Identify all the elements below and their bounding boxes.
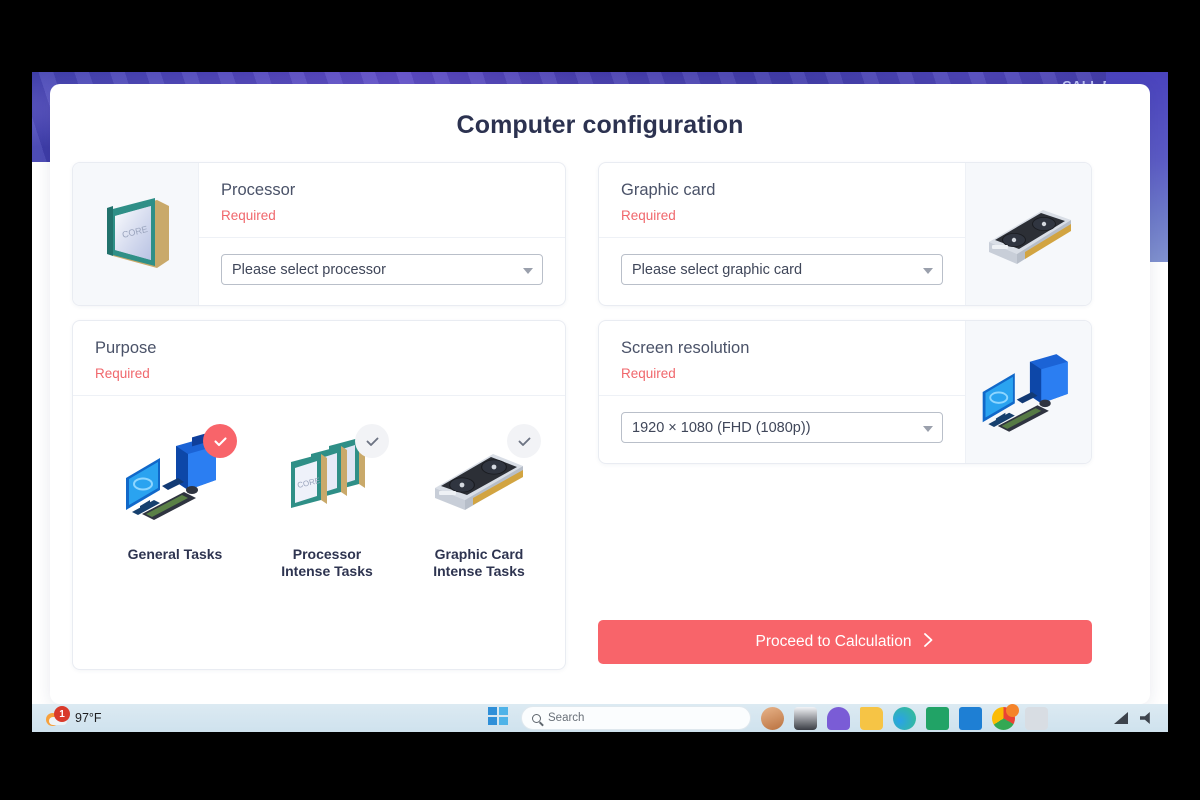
screen-resolution-head: Screen resolution Required [599,321,965,396]
check-icon [518,437,530,446]
purpose-head: Purpose Required [73,321,565,396]
processor-head: Processor Required [199,163,565,238]
purpose-option-label: Graphic Card Intense Tasks [433,546,525,580]
taskbar-center-group: Search [422,703,1114,730]
taskbar-app-purple[interactable] [827,706,850,730]
purpose-option-label-line1: Processor [292,546,362,562]
taskbar-app-file-explorer[interactable] [860,706,883,730]
weather-icon[interactable]: 1 [46,706,70,726]
chevron-down-icon [923,425,933,432]
taskbar-app-green[interactable] [926,706,949,730]
taskbar-app-people[interactable] [761,706,784,730]
taskbar-app-blue[interactable] [959,706,982,730]
taskbar-app-explorer-window[interactable] [794,706,817,730]
purpose-option-label-line2: Intense Tasks [433,563,525,579]
check-icon [366,437,378,446]
purpose-option-label-line1: Graphic Card [434,546,524,562]
screen-resolution-required-label: Required [621,366,676,381]
screen-resolution-control: 1920 × 1080 (FHD (1080p)) [599,396,965,461]
graphic-card-body: Graphic card Required Please select grap… [599,163,965,305]
purpose-option-art: CORE [269,424,389,530]
taskbar-search-placeholder: Search [548,712,585,724]
purpose-option-art [117,424,237,530]
check-icon [213,436,227,446]
page-title: Computer configuration [456,111,744,139]
purpose-body-pane: Purpose Required General Tasks CORE Proc… [73,321,565,669]
processor-required-label: Required [221,208,276,223]
taskbar-left-group: 1 97°F [32,706,422,726]
purpose-option-label-line2: Intense Tasks [281,563,373,579]
purpose-option-general-tasks[interactable]: General Tasks [99,424,251,580]
graphic-card-head: Graphic card Required [599,163,965,238]
taskbar-search-input[interactable]: Search [521,706,751,730]
desktop-pc-illustration [982,354,1068,432]
proceed-button-label: Proceed to Calculation [755,633,912,650]
screen-resolution-title: Screen resolution [621,339,750,357]
chrome-badge [1006,703,1019,717]
purpose-title: Purpose [95,339,157,357]
weather-temperature: 97°F [75,711,102,725]
screen-resolution-select[interactable]: 1920 × 1080 (FHD (1080p)) [621,412,943,443]
taskbar-system-tray [1114,712,1168,724]
selected-check-badge [203,424,237,458]
processor-image-pane: CORE [73,163,199,305]
graphic-card-required-label: Required [621,208,676,223]
gpu-card-illustration [988,210,1071,264]
processor-control: Please select processor [199,238,565,303]
processor-card: CORE Processor Required Please select pr… [72,162,566,306]
purpose-option-graphic-card-intense-tasks[interactable]: Graphic Card Intense Tasks [403,424,555,580]
graphic-card-card: Graphic card Required Please select grap… [598,162,1092,306]
proceed-to-calculation-button[interactable]: Proceed to Calculation [598,620,1092,664]
purpose-required-label: Required [95,366,150,381]
purpose-option-art [421,424,541,530]
chevron-down-icon [923,267,933,274]
network-icon[interactable] [1114,712,1128,724]
screen-resolution-card: Screen resolution Required 1920 × 1080 (… [598,320,1092,464]
windows-taskbar: 1 97°F Search [32,703,1168,732]
screen-resolution-image-pane [965,321,1091,463]
taskbar-app-chrome[interactable] [992,703,1019,730]
processor-body: Processor Required Please select process… [199,163,565,305]
processor-select[interactable]: Please select processor [221,254,543,285]
chevron-down-icon [523,267,533,274]
cpu-chip-illustration: CORE [106,198,169,268]
taskbar-app-edge[interactable] [893,706,916,730]
purpose-option-label-line1: General Tasks [127,546,223,562]
graphic-card-select[interactable]: Please select graphic card [621,254,943,285]
graphic-card-select-value: Please select graphic card [632,261,803,278]
browser-viewport: CALL DUTY Computer configuration [32,72,1168,732]
search-icon [532,713,541,723]
chevron-right-icon [923,632,934,653]
configuration-panel: Computer configuration CORE Processor Re… [50,84,1150,704]
unselected-check-badge [355,424,389,458]
unselected-check-badge [507,424,541,458]
purpose-options: General Tasks CORE Processor Intense Tas… [73,396,565,580]
graphic-card-image-pane [965,163,1091,305]
taskbar-app-cat[interactable] [1025,706,1048,730]
screen-resolution-body: Screen resolution Required 1920 × 1080 (… [599,321,965,463]
screen-resolution-select-value: 1920 × 1080 (FHD (1080p)) [632,419,811,436]
volume-icon[interactable] [1140,712,1150,724]
processor-title: Processor [221,181,296,199]
windows-logo-icon [488,706,508,725]
notification-badge: 1 [54,706,70,722]
graphic-card-control: Please select graphic card [599,238,965,303]
purpose-card: Purpose Required General Tasks CORE Proc… [72,320,566,670]
graphic-card-title: Graphic card [621,181,716,199]
purpose-option-label: General Tasks [128,546,223,563]
processor-select-value: Please select processor [232,261,386,278]
purpose-option-label: Processor Intense Tasks [281,546,373,580]
start-button[interactable] [488,706,511,730]
purpose-option-processor-intense-tasks[interactable]: CORE Processor Intense Tasks [251,424,403,580]
